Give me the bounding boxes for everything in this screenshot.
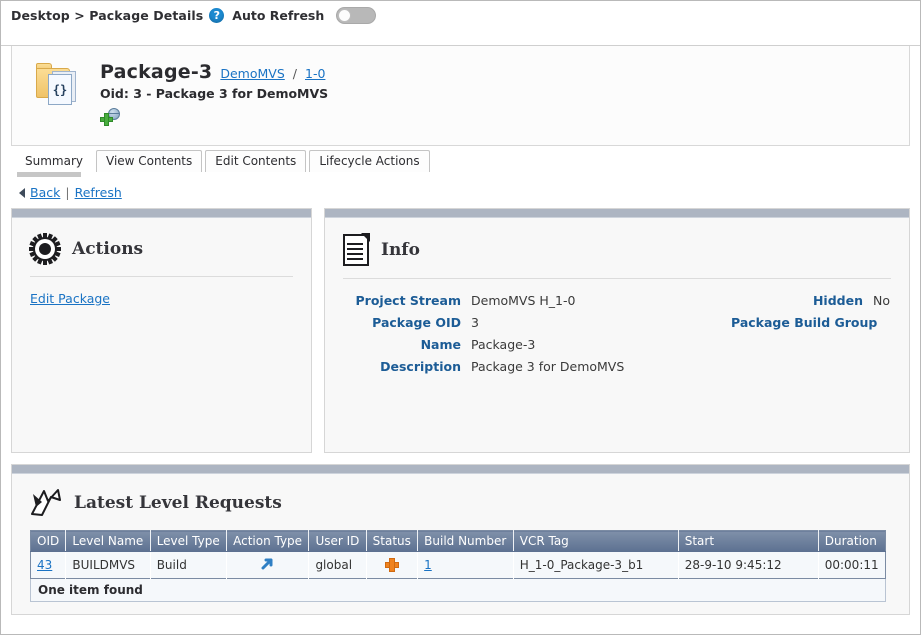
cell-user-id: global	[308, 551, 367, 579]
refresh-link[interactable]: Refresh	[75, 185, 122, 200]
info-label-description: Description	[380, 359, 461, 374]
page-content: {} Package-3 DemoMVS / 1-0 Oid: 3 - Pack…	[1, 46, 920, 615]
info-panel-bar	[325, 209, 909, 218]
nav-row: Back | Refresh	[11, 177, 910, 208]
latest-level-requests-panel: Latest Level Requests OID Level Name Lev…	[11, 464, 910, 615]
package-folder-icon: {}	[34, 60, 86, 108]
info-value-hidden: No	[873, 293, 890, 308]
column-duration[interactable]: Duration	[818, 530, 886, 552]
tabs-wrapper: Summary View Contents Edit Contents Life…	[11, 150, 910, 177]
project-stream-link[interactable]: DemoMVS	[220, 66, 284, 81]
info-divider	[343, 278, 891, 279]
info-value-project-stream: DemoMVS H_1-0	[471, 293, 576, 308]
column-build-number[interactable]: Build Number	[417, 530, 514, 552]
info-grid: Project Stream DemoMVS H_1-0 Hidden No P…	[343, 293, 891, 374]
column-level-name[interactable]: Level Name	[65, 530, 151, 552]
info-panel: Info Project Stream DemoMVS H_1-0 Hidden…	[324, 208, 910, 453]
edit-package-link[interactable]: Edit Package	[30, 291, 110, 306]
info-label-spacer-1	[731, 337, 863, 352]
back-link[interactable]: Back	[30, 185, 60, 200]
info-label-project-stream: Project Stream	[355, 293, 462, 308]
breadcrumb[interactable]: Desktop > Package Details	[11, 8, 203, 23]
info-label-name: Name	[420, 337, 461, 352]
document-icon	[343, 233, 370, 266]
package-sheet-glyph: {}	[48, 74, 72, 105]
tab-lifecycle-actions[interactable]: Lifecycle Actions	[309, 150, 430, 172]
tabstrip: Summary View Contents Edit Contents Life…	[11, 150, 910, 172]
package-meta: Package-3 DemoMVS / 1-0 Oid: 3 - Package…	[100, 60, 328, 126]
tab-view-contents[interactable]: View Contents	[96, 150, 203, 172]
active-tab-underline	[17, 172, 81, 177]
actions-panel-title: Actions	[72, 239, 144, 259]
panels-row: Actions Edit Package Info Project Stream…	[11, 208, 910, 453]
oid-link[interactable]: 43	[37, 558, 52, 572]
column-level-type[interactable]: Level Type	[150, 530, 228, 552]
toggle-knob	[338, 9, 352, 22]
help-circle-icon[interactable]: ?	[209, 8, 225, 23]
info-value-spacer-1	[873, 337, 891, 352]
info-label-package-build-group: Package Build Group	[731, 315, 878, 330]
column-vcr-tag[interactable]: VCR Tag	[513, 530, 679, 552]
table-row: 43 BUILDMVS Build global 1 H_1-0_Package…	[30, 551, 886, 579]
actions-panel: Actions Edit Package	[11, 208, 312, 453]
info-panel-title: Info	[381, 240, 420, 260]
tab-summary[interactable]: Summary	[15, 150, 93, 172]
level-requests-icon	[30, 488, 62, 518]
info-value-package-oid: 3	[471, 315, 479, 330]
column-start[interactable]: Start	[678, 530, 819, 552]
actions-panel-bar	[12, 209, 311, 218]
add-global-icon[interactable]	[100, 108, 120, 126]
auto-refresh-label: Auto Refresh	[232, 8, 325, 23]
cell-duration: 00:00:11	[818, 551, 886, 579]
info-value-spacer-2	[873, 359, 891, 374]
requests-panel-title: Latest Level Requests	[74, 493, 282, 513]
info-value-description: Package 3 for DemoMVS	[471, 359, 625, 374]
cell-build-number: 1	[417, 551, 514, 579]
cell-vcr-tag: H_1-0_Package-3_b1	[513, 551, 679, 579]
table-footer-count: One item found	[30, 579, 886, 602]
package-subtitle: Oid: 3 - Package 3 for DemoMVS	[100, 86, 329, 101]
info-label-spacer-2	[731, 359, 863, 374]
cell-action-type	[226, 551, 310, 579]
info-label-package-oid: Package OID	[372, 315, 461, 330]
back-arrow-icon[interactable]	[19, 187, 25, 198]
gear-icon	[29, 233, 61, 265]
breadcrumb-bar: Desktop > Package Details ? Auto Refresh	[1, 1, 920, 46]
column-status[interactable]: Status	[366, 530, 419, 552]
package-header: {} Package-3 DemoMVS / 1-0 Oid: 3 - Pack…	[11, 46, 910, 146]
info-label-hidden: Hidden	[812, 293, 863, 308]
arrow-up-right-icon	[260, 556, 275, 574]
cell-oid: 43	[30, 551, 67, 579]
cell-status	[366, 551, 419, 579]
info-value-name: Package-3	[471, 337, 536, 352]
column-user-id[interactable]: User ID	[308, 530, 367, 552]
orange-plus-icon	[384, 558, 399, 573]
cell-level-name: BUILDMVS	[65, 551, 151, 579]
cell-start: 28-9-10 9:45:12	[678, 551, 819, 579]
info-value-package-build-group	[873, 315, 891, 330]
nav-separator: |	[65, 185, 70, 200]
table-header-row: OID Level Name Level Type Action Type Us…	[30, 530, 886, 552]
auto-refresh-toggle[interactable]	[336, 7, 377, 24]
column-oid[interactable]: OID	[30, 530, 67, 552]
requests-panel-bar	[12, 465, 909, 474]
build-number-link[interactable]: 1	[424, 558, 432, 572]
column-action-type[interactable]: Action Type	[226, 530, 310, 552]
tab-edit-contents[interactable]: Edit Contents	[205, 150, 307, 172]
cell-level-type: Build	[150, 551, 228, 579]
version-link[interactable]: 1-0	[305, 66, 325, 81]
level-requests-table: OID Level Name Level Type Action Type Us…	[30, 530, 886, 579]
actions-divider	[30, 276, 293, 277]
link-separator: /	[292, 66, 297, 81]
package-details-page: Desktop > Package Details ? Auto Refresh…	[0, 0, 921, 635]
page-title: Package-3	[100, 61, 213, 83]
